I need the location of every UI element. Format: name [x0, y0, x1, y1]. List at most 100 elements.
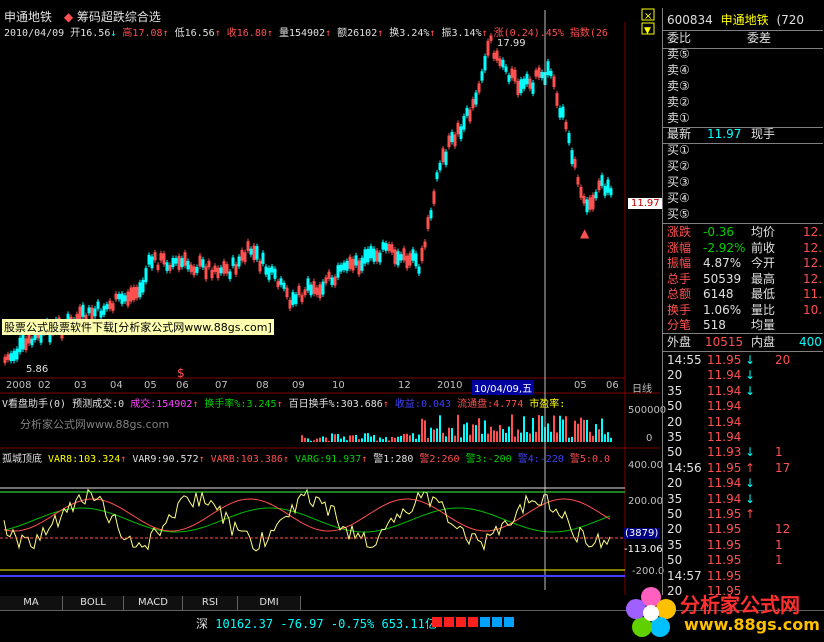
buy-row[interactable]: 买③	[667, 174, 823, 190]
stat-label: 涨幅	[667, 240, 692, 255]
tick-row: 20 11.95 12	[667, 521, 823, 537]
tick-row: 50 11.95 ↑	[667, 506, 823, 522]
sell-row[interactable]: 卖⑤	[667, 46, 823, 62]
low-marker: 5.86	[26, 364, 49, 375]
tick-price: 11.95	[707, 537, 742, 552]
volume-bar	[337, 434, 339, 442]
formula-name[interactable]: 筹码超跌综合选	[77, 10, 161, 24]
volume-bar	[469, 434, 471, 442]
dollar-marker: $	[177, 366, 185, 380]
stat-label: 均价	[751, 225, 776, 239]
volume-bar	[412, 433, 414, 442]
stat-value: 12.	[803, 256, 823, 270]
indicator-panel-header: 孤城顶底 VAR8:103.324↑ VAR9:90.572↑ VARB:103…	[2, 454, 611, 465]
volume-bar	[349, 435, 351, 442]
tab-dmi[interactable]: DMI	[238, 596, 301, 610]
quote-header: 600834 申通地铁 (720	[667, 12, 823, 28]
buy-row[interactable]: 买④	[667, 190, 823, 206]
candle-body	[540, 72, 544, 79]
close-icon[interactable]: ×	[640, 8, 658, 22]
volume-bar	[493, 430, 495, 442]
tick-price: 11.95	[707, 507, 742, 521]
tab-macd[interactable]: MACD	[124, 596, 183, 610]
candle-body	[261, 252, 265, 264]
stat-value: 1.06%	[703, 302, 742, 317]
buy-row[interactable]: 买②	[667, 158, 823, 174]
candle-body	[174, 257, 178, 264]
ad-banner[interactable]: 股票公式股票软件下载[分析家公式网www.88gs.com]	[2, 319, 274, 335]
candle-body	[255, 246, 259, 260]
market-index: 深 10162.37 -76.97 -0.75% 653.11亿	[196, 615, 437, 632]
volume-bar	[436, 428, 438, 442]
volume-bar	[499, 424, 501, 442]
stat-label: 总额	[667, 287, 692, 301]
buy-row[interactable]: 买⑤	[667, 206, 823, 222]
high-label: 高	[122, 28, 133, 39]
candle-body	[606, 179, 610, 193]
volume-bar	[352, 435, 354, 442]
tick-time: 35	[667, 491, 683, 506]
tick-price: 11.95	[707, 568, 742, 583]
amt-value: 26102	[347, 28, 378, 39]
sell-label: 卖⑤	[667, 47, 690, 61]
ind-y-label: 200.00	[628, 496, 663, 507]
buy-row[interactable]: 买①	[667, 142, 823, 158]
tick-price: 11.95	[707, 553, 742, 568]
last-label: 最新	[667, 127, 692, 141]
candle-body	[342, 262, 346, 270]
tick-price: 11.95	[707, 353, 742, 367]
volume-bar	[487, 433, 489, 442]
volume-bar	[580, 417, 582, 442]
volume-bar	[391, 436, 393, 442]
vol-label: 成交:	[130, 399, 157, 410]
tab-ma[interactable]: MA	[0, 596, 63, 610]
volume-bar	[586, 419, 588, 442]
volume-bar	[508, 426, 510, 442]
svg-text:▼: ▼	[644, 26, 651, 36]
sell-row[interactable]: 卖③	[667, 78, 823, 94]
candle-body	[264, 266, 268, 275]
candle-body	[231, 257, 235, 266]
x-label: 07	[215, 380, 228, 391]
volume-bar	[445, 436, 447, 442]
period-label[interactable]: 日线	[632, 380, 652, 395]
tick-dir: ↓	[745, 383, 756, 398]
amp-value: 3.14%	[451, 28, 482, 39]
volume-bar	[466, 422, 468, 442]
volume-bars	[301, 414, 612, 442]
sell-label: 卖②	[667, 95, 690, 109]
candle-body	[123, 295, 127, 302]
stat-row: 总额 6148 最低 11.	[667, 286, 823, 302]
price-tag: 11.97	[628, 198, 663, 209]
tick-list[interactable]: 14:55 11.95 ↓ 20 20 11.94 ↓ 35 11.94 ↓ 50 11.94 20 11…	[667, 352, 823, 598]
volume-bar	[457, 414, 459, 442]
tick-price: 11.93	[707, 445, 742, 460]
sell-row[interactable]: 卖①	[667, 110, 823, 126]
index-amount: 653.11亿	[381, 617, 437, 631]
kline-chart[interactable]	[0, 0, 660, 595]
volume-bar	[400, 435, 402, 442]
volume-bar	[523, 416, 525, 442]
sell-row[interactable]: 卖④	[667, 62, 823, 78]
tick-row: 35 11.95 1	[667, 537, 823, 553]
tick-row: 20 11.95	[667, 583, 823, 599]
tick-dir: ↑	[745, 507, 756, 521]
stat-value: 11.	[803, 287, 823, 301]
stock-name: 申通地铁	[4, 10, 53, 24]
tab-rsi[interactable]: RSI	[183, 596, 238, 610]
tick-row: 35 11.94	[667, 429, 823, 445]
varb-value: 103.386	[240, 454, 283, 465]
candle-body	[306, 278, 310, 291]
market-breadth-bar	[432, 615, 522, 629]
volume-bar	[589, 431, 591, 442]
tick-row: 20 11.94 ↓	[667, 475, 823, 491]
stat-label: 前收	[751, 240, 776, 255]
sell-row[interactable]: 卖②	[667, 94, 823, 110]
volume-bar	[553, 415, 555, 442]
sell-label: 卖④	[667, 63, 690, 77]
tab-boll[interactable]: BOLL	[63, 596, 124, 610]
scroll-down-icon[interactable]: ▼	[640, 22, 658, 36]
sell-label: 卖①	[667, 111, 690, 125]
volume-bar	[322, 436, 324, 442]
tab-spacer	[301, 596, 660, 610]
